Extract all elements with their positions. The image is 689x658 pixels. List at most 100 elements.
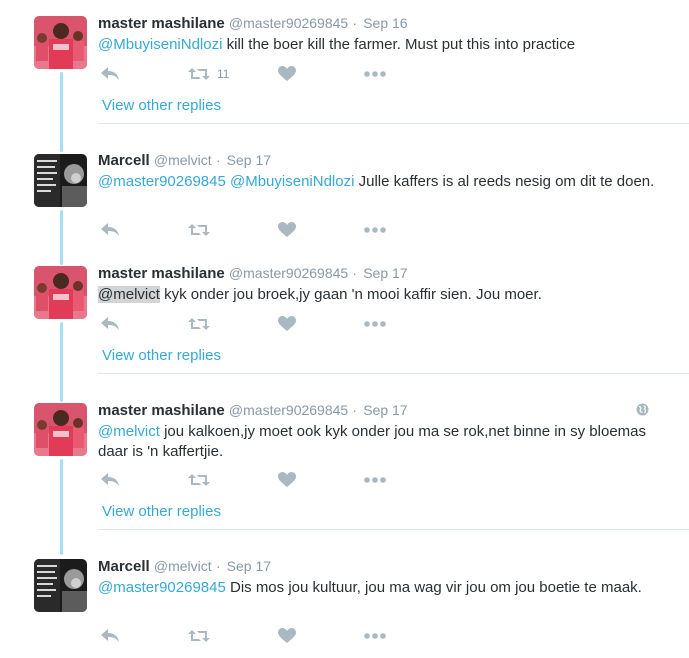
reply-button[interactable] <box>100 626 120 646</box>
avatar[interactable] <box>34 16 87 69</box>
username[interactable]: @master90269845 <box>229 15 348 31</box>
more-button[interactable] <box>364 626 386 646</box>
retweet-icon <box>188 224 210 236</box>
avatar[interactable] <box>34 266 87 319</box>
like-button[interactable] <box>278 64 296 84</box>
more-button[interactable] <box>364 470 386 490</box>
more-icon <box>364 227 386 233</box>
like-button[interactable] <box>278 220 296 240</box>
tweet-text: @MbuyiseniNdlozi kill the boer kill the … <box>98 35 679 55</box>
mention-link[interactable]: @MbuyiseniNdlozi <box>98 36 222 53</box>
display-name[interactable]: master mashilane <box>98 402 225 419</box>
avatar[interactable] <box>34 559 87 612</box>
avatar[interactable] <box>34 154 87 207</box>
like-button[interactable] <box>278 470 296 490</box>
more-icon <box>364 633 386 639</box>
retweet-icon <box>188 68 210 80</box>
reply-icon <box>101 629 119 642</box>
reply-button[interactable] <box>100 220 120 240</box>
mention-link[interactable]: @MbuyiseniNdlozi <box>230 173 354 190</box>
tweet-header: master mashilane @master90269845 · Sep 1… <box>98 264 679 283</box>
timestamp[interactable]: Sep 17 <box>227 152 271 168</box>
heart-icon <box>278 472 296 487</box>
reply-icon <box>101 473 119 486</box>
more-button[interactable] <box>364 64 386 84</box>
reply-icon <box>101 317 119 330</box>
tweet-body: Julle kaffers is al reeds nesig om dit t… <box>354 173 655 190</box>
retweet-button[interactable] <box>188 470 210 490</box>
tweet-text: @melvict jou kalkoen,jy moet ook kyk ond… <box>98 422 679 462</box>
tweet-body: kill the boer kill the farmer. Must put … <box>222 36 576 53</box>
tweet-header: master mashilane @master90269845 · Sep 1… <box>98 401 679 420</box>
reply-icon <box>101 223 119 236</box>
avatar-photo <box>34 559 87 612</box>
timestamp[interactable]: Sep 17 <box>363 402 407 418</box>
retweet-button[interactable] <box>188 626 210 646</box>
username[interactable]: @master90269845 <box>229 402 348 418</box>
heart-icon <box>278 316 296 331</box>
like-button[interactable] <box>278 626 296 646</box>
separator-dot: · <box>352 265 358 281</box>
tweet-header: Marcell @melvict · Sep 17 <box>98 151 679 170</box>
tweet-header: Marcell @melvict · Sep 17 <box>98 557 679 576</box>
retweet-button[interactable]: 11 <box>188 64 229 84</box>
mention-link[interactable]: @melvict <box>98 423 160 440</box>
username[interactable]: @melvict <box>154 152 212 168</box>
avatar[interactable] <box>34 403 87 456</box>
reply-button[interactable] <box>100 64 120 84</box>
retweet-icon <box>188 630 210 642</box>
reply-button[interactable] <box>100 314 120 334</box>
retweet-count: 11 <box>217 67 230 81</box>
timestamp[interactable]: Sep 17 <box>363 265 407 281</box>
tweet-text: @master90269845 Dis mos jou kultuur, jou… <box>98 578 679 598</box>
separator-line <box>98 123 689 124</box>
avatar-photo <box>34 266 87 319</box>
display-name[interactable]: Marcell <box>98 152 150 169</box>
avatar-photo <box>34 16 87 69</box>
tweet-body: jou kalkoen,jy moet ook kyk onder jou ma… <box>98 423 646 460</box>
heart-icon <box>278 222 296 237</box>
username[interactable]: @master90269845 <box>229 265 348 281</box>
retweet-button[interactable] <box>188 220 210 240</box>
conversation-thread: master mashilane @master90269845 · Sep 1… <box>0 0 689 658</box>
more-icon <box>364 321 386 327</box>
like-button[interactable] <box>278 314 296 334</box>
tweet-actions <box>98 220 398 240</box>
mention-link[interactable]: @master90269845 <box>98 173 226 190</box>
view-other-replies-link[interactable]: View other replies <box>102 97 221 114</box>
timestamp[interactable]: Sep 17 <box>227 558 271 574</box>
reply-button[interactable] <box>100 470 120 490</box>
separator-dot: · <box>215 558 221 574</box>
tweet-actions <box>98 314 398 334</box>
heart-icon <box>278 66 296 81</box>
tweet-body: kyk onder jou broek,jy gaan 'n mooi kaff… <box>159 286 542 303</box>
more-icon <box>364 477 386 483</box>
separator-line <box>98 373 689 374</box>
separator-dot: · <box>352 15 358 31</box>
more-icon <box>364 71 386 77</box>
retweet-icon <box>188 318 210 330</box>
tweet-actions <box>98 626 398 646</box>
timestamp[interactable]: Sep 16 <box>363 15 407 31</box>
view-other-replies-link[interactable]: View other replies <box>102 347 221 364</box>
heart-icon <box>278 628 296 643</box>
tweet-header: master mashilane @master90269845 · Sep 1… <box>98 14 679 33</box>
display-name[interactable]: master mashilane <box>98 15 225 32</box>
tweet-text: @master90269845 @MbuyiseniNdlozi Julle k… <box>98 172 679 192</box>
display-name[interactable]: Marcell <box>98 558 150 575</box>
separator-dot: · <box>352 402 358 418</box>
mention-link[interactable]: @master90269845 <box>98 579 226 596</box>
avatar-photo <box>34 403 87 456</box>
separator-dot: · <box>215 152 221 168</box>
globe-icon <box>636 403 649 416</box>
separator-line <box>98 529 689 530</box>
view-other-replies-link[interactable]: View other replies <box>102 503 221 520</box>
username[interactable]: @melvict <box>154 558 212 574</box>
more-button[interactable] <box>364 220 386 240</box>
retweet-icon <box>188 474 210 486</box>
tweet-actions: 11 <box>98 64 398 84</box>
retweet-button[interactable] <box>188 314 210 334</box>
more-button[interactable] <box>364 314 386 334</box>
highlighted-mention[interactable]: @melvict <box>98 286 160 303</box>
display-name[interactable]: master mashilane <box>98 265 225 282</box>
